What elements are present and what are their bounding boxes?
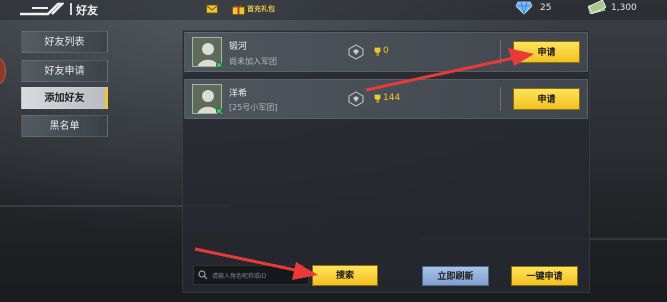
mail-icon[interactable] xyxy=(206,4,218,14)
refresh-button[interactable]: 立即刷新 xyxy=(422,266,489,286)
search-button[interactable]: 搜索 xyxy=(312,265,378,286)
title-separator xyxy=(70,3,72,15)
row-divider xyxy=(500,40,501,64)
gift-icon[interactable] xyxy=(232,3,245,15)
player-legion: 尚未加入军团 xyxy=(229,57,277,66)
rank-icon xyxy=(348,91,364,107)
player-name: 洋希 xyxy=(229,89,248,99)
online-status-icon xyxy=(216,108,222,114)
player-name: 锻河 xyxy=(229,42,248,52)
player-legion: [25号小军团] xyxy=(229,103,278,112)
trophy-icon xyxy=(374,47,381,56)
row-divider xyxy=(500,87,501,111)
gem-value: 25 xyxy=(540,3,552,13)
apply-all-button[interactable]: 一键申请 xyxy=(511,266,578,286)
gem-icon xyxy=(515,1,533,15)
back-logo-icon[interactable] xyxy=(18,2,64,16)
sidebar-item-friend-list[interactable]: 好友列表 xyxy=(21,31,108,53)
cash-value: 1,300 xyxy=(611,3,637,13)
rank-icon xyxy=(348,44,364,60)
top-bar xyxy=(0,0,667,20)
trophy-icon xyxy=(374,94,381,103)
online-status-icon xyxy=(216,62,222,68)
partial-avatar xyxy=(0,58,6,84)
trophy-count: 144 xyxy=(383,93,401,103)
search-icon xyxy=(198,270,208,280)
apply-button[interactable]: 申请 xyxy=(513,88,580,110)
apply-button[interactable]: 申请 xyxy=(513,41,580,63)
sidebar-item-blacklist[interactable]: 黑名单 xyxy=(21,115,108,137)
cash-icon xyxy=(588,0,606,14)
page-title: 好友 xyxy=(76,4,98,17)
sidebar-item-add-friend[interactable]: 添加好友 xyxy=(21,87,108,109)
sidebar-item-friend-requests[interactable]: 好友申请 xyxy=(21,60,108,82)
search-placeholder: 请输入角色昵称或ID xyxy=(212,273,267,280)
gift-label[interactable]: 首充礼包 xyxy=(247,4,275,14)
trophy-count: 0 xyxy=(383,46,389,56)
